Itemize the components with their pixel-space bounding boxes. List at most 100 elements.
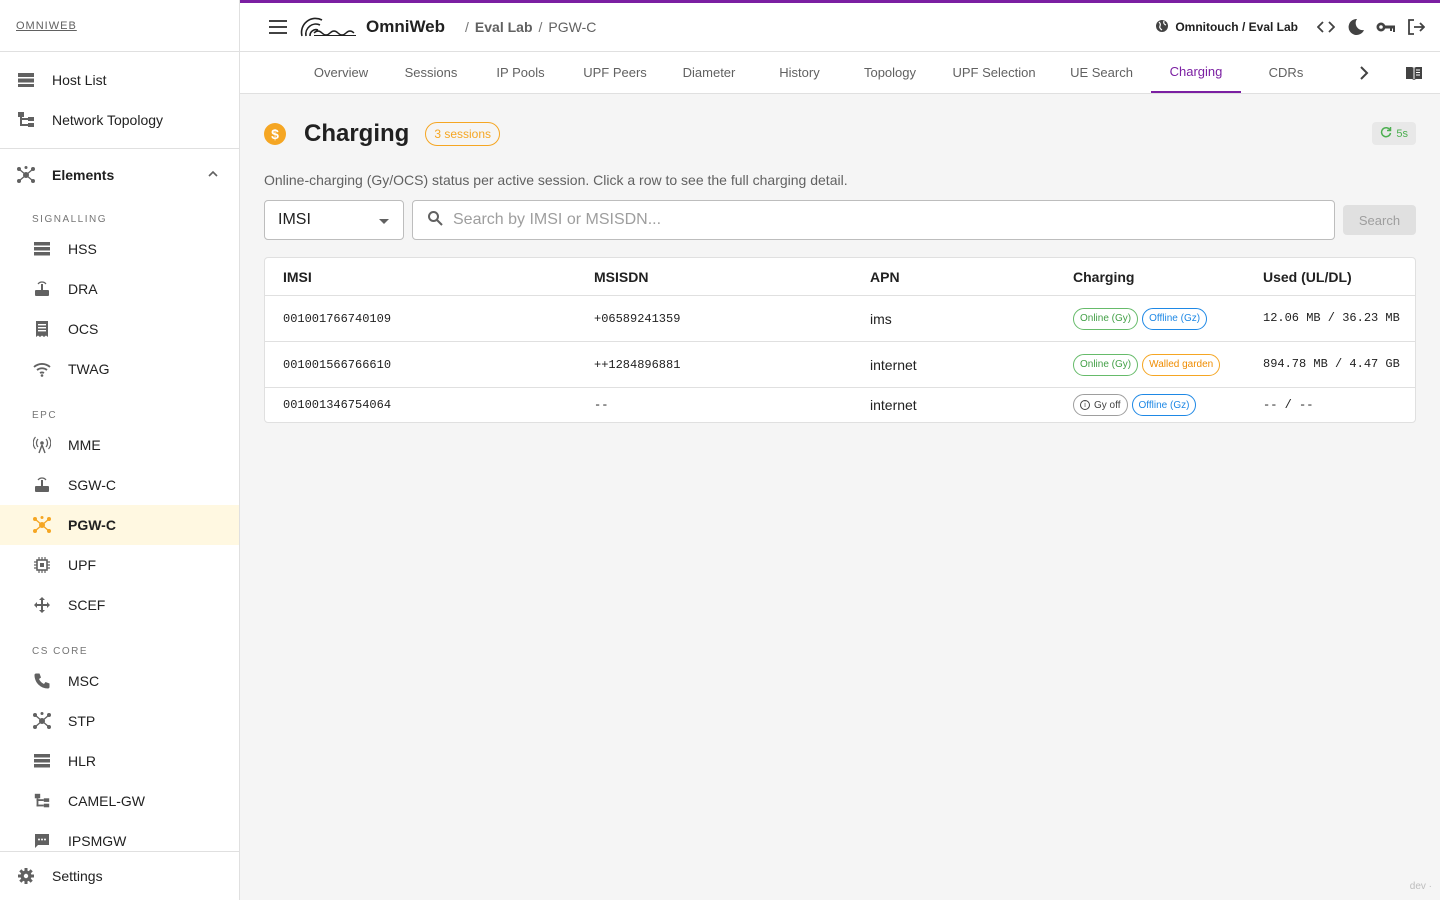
search-field-select[interactable]: IMSI (264, 200, 404, 240)
antenna-icon (32, 435, 52, 455)
column-header-imsi[interactable]: IMSI (265, 269, 594, 285)
tab-bar: Overview Sessions IP Pools UPF Peers Dia… (240, 52, 1440, 94)
section-cs-core: CS CORE (32, 646, 89, 657)
tab-sessions[interactable]: Sessions (391, 52, 471, 93)
breadcrumb-eval-lab[interactable]: Eval Lab (475, 19, 533, 35)
code-icon[interactable] (1314, 15, 1338, 39)
sidebar-item-sgw-c[interactable]: SGW-C (0, 465, 239, 505)
sidebar-item-label: MSC (68, 673, 100, 689)
tab-charging[interactable]: Charging (1151, 52, 1241, 93)
sidebar-item-host-list[interactable]: Host List (0, 60, 239, 100)
topology-icon (32, 791, 52, 811)
tab-topology[interactable]: Topology (850, 52, 930, 93)
sidebar-item-dra[interactable]: DRA (0, 269, 239, 309)
charging-cell: Online (Gy) Walled garden (1073, 353, 1263, 376)
sidebar-item-label: Network Topology (52, 112, 164, 128)
storage-icon (32, 239, 52, 259)
table-row[interactable]: 001001566766610 ++1284896881 internet On… (265, 342, 1415, 388)
usage-cell: -- / -- (1263, 398, 1314, 412)
sidebar-item-mme[interactable]: MME (0, 425, 239, 465)
sidebar-item-label: TWAG (68, 361, 110, 377)
sidebar-elements-toggle[interactable]: Elements (0, 151, 239, 199)
session-count-badge: 3 sessions (425, 122, 501, 146)
page-header: $ Charging 3 sessions 5s (264, 94, 1416, 174)
section-signalling: SIGNALLING (32, 214, 108, 225)
table-row[interactable]: 001001346754064 -- internet i Gy off Off… (265, 388, 1415, 422)
chip-icon (32, 555, 52, 575)
tab-cdrs[interactable]: CDRs (1250, 52, 1322, 93)
sidebar-item-hlr[interactable]: HLR (0, 741, 239, 781)
search-input[interactable] (453, 211, 1303, 229)
tenant-selector[interactable]: Omnitouch / Eval Lab (1155, 19, 1298, 36)
wifi-icon (32, 359, 52, 379)
sidebar-item-label: SCEF (68, 597, 106, 613)
sidebar-item-twag[interactable]: TWAG (0, 349, 239, 389)
sidebar-item-label: OCS (68, 321, 99, 337)
brand: OMNIWEB (0, 0, 239, 52)
sidebar-item-label: SGW-C (68, 477, 116, 493)
apn-cell: ims (870, 310, 892, 327)
key-icon[interactable] (1374, 15, 1398, 39)
msisdn-cell: +06589241359 (594, 311, 681, 326)
brand-link[interactable]: OMNIWEB (16, 20, 77, 32)
offline-gz-chip: Offline (Gz) (1131, 394, 1197, 416)
search-box[interactable] (412, 200, 1335, 240)
walled-garden-chip: Walled garden (1142, 353, 1221, 376)
sidebar-item-msc[interactable]: MSC (0, 661, 239, 701)
dollar-icon: $ (264, 123, 286, 145)
settings-label: Settings (52, 868, 103, 884)
receipt-icon (32, 319, 52, 339)
sidebar-item-label: IPSMGW (68, 833, 127, 849)
column-header-msisdn[interactable]: MSISDN (594, 269, 870, 285)
sidebar-item-ocs[interactable]: OCS (0, 309, 239, 349)
search-field-value: IMSI (278, 211, 311, 228)
imsi-cell: 001001566766610 (283, 357, 392, 372)
sidebar-item-hss[interactable]: HSS (0, 229, 239, 269)
charging-cell: Online (Gy) Offline (Gz) (1073, 307, 1263, 330)
search-button[interactable]: Search (1343, 205, 1416, 235)
tab-diameter[interactable]: Diameter (670, 52, 748, 93)
column-header-apn[interactable]: APN (870, 269, 1073, 285)
sidebar-item-label: Host List (52, 72, 107, 88)
sidebar-item-scef[interactable]: SCEF (0, 585, 239, 625)
auto-refresh-button[interactable]: 5s (1372, 122, 1416, 145)
gear-icon (16, 866, 36, 886)
storage-icon (32, 751, 52, 771)
table-row[interactable]: 001001766740109 +06589241359 ims Online … (265, 296, 1415, 342)
refresh-icon (1380, 126, 1392, 141)
chevron-right-icon[interactable] (1352, 61, 1376, 85)
menu-icon[interactable] (266, 15, 290, 39)
msisdn-cell: -- (594, 398, 609, 412)
tab-overview[interactable]: Overview (301, 52, 381, 93)
refresh-interval: 5s (1396, 127, 1408, 140)
breadcrumb-separator: / (538, 19, 543, 35)
sidebar-item-network-topology[interactable]: Network Topology (0, 100, 239, 140)
router-icon (32, 475, 52, 495)
sidebar-item-label: CAMEL-GW (68, 793, 145, 809)
sms-icon (32, 831, 52, 851)
dark-mode-icon[interactable] (1344, 15, 1368, 39)
column-header-used[interactable]: Used (UL/DL) (1263, 269, 1413, 285)
sidebar-item-pgw-c[interactable]: PGW-C (0, 505, 239, 545)
sidebar-item-camel-gw[interactable]: CAMEL-GW (0, 781, 239, 821)
usage-cell: 894.78 MB / 4.47 GB (1263, 357, 1400, 371)
sidebar-item-label: STP (68, 713, 96, 729)
sidebar: OMNIWEB Host List Network Topology Eleme… (0, 0, 240, 900)
tab-upf-peers[interactable]: UPF Peers (570, 52, 660, 93)
app-name: OmniWeb (366, 17, 446, 36)
gy-off-label: Gy off (1094, 399, 1121, 411)
docs-book-icon[interactable] (1402, 61, 1426, 85)
sidebar-item-stp[interactable]: STP (0, 701, 239, 741)
sidebar-item-upf[interactable]: UPF (0, 545, 239, 585)
tab-upf-selection[interactable]: UPF Selection (940, 52, 1048, 93)
sidebar-item-settings[interactable]: Settings (0, 851, 239, 900)
column-header-charging[interactable]: Charging (1073, 269, 1263, 285)
main-content: $ Charging 3 sessions 5s Online-charging… (264, 94, 1416, 423)
logout-icon[interactable] (1404, 15, 1428, 39)
imsi-cell: 001001346754064 (283, 398, 392, 412)
tab-ue-search[interactable]: UE Search (1058, 52, 1145, 93)
offline-gz-chip: Offline (Gz) (1142, 307, 1208, 330)
tab-ip-pools[interactable]: IP Pools (482, 52, 559, 93)
tab-history[interactable]: History (761, 52, 838, 93)
charging-cell: i Gy off Offline (Gz) (1073, 394, 1263, 416)
